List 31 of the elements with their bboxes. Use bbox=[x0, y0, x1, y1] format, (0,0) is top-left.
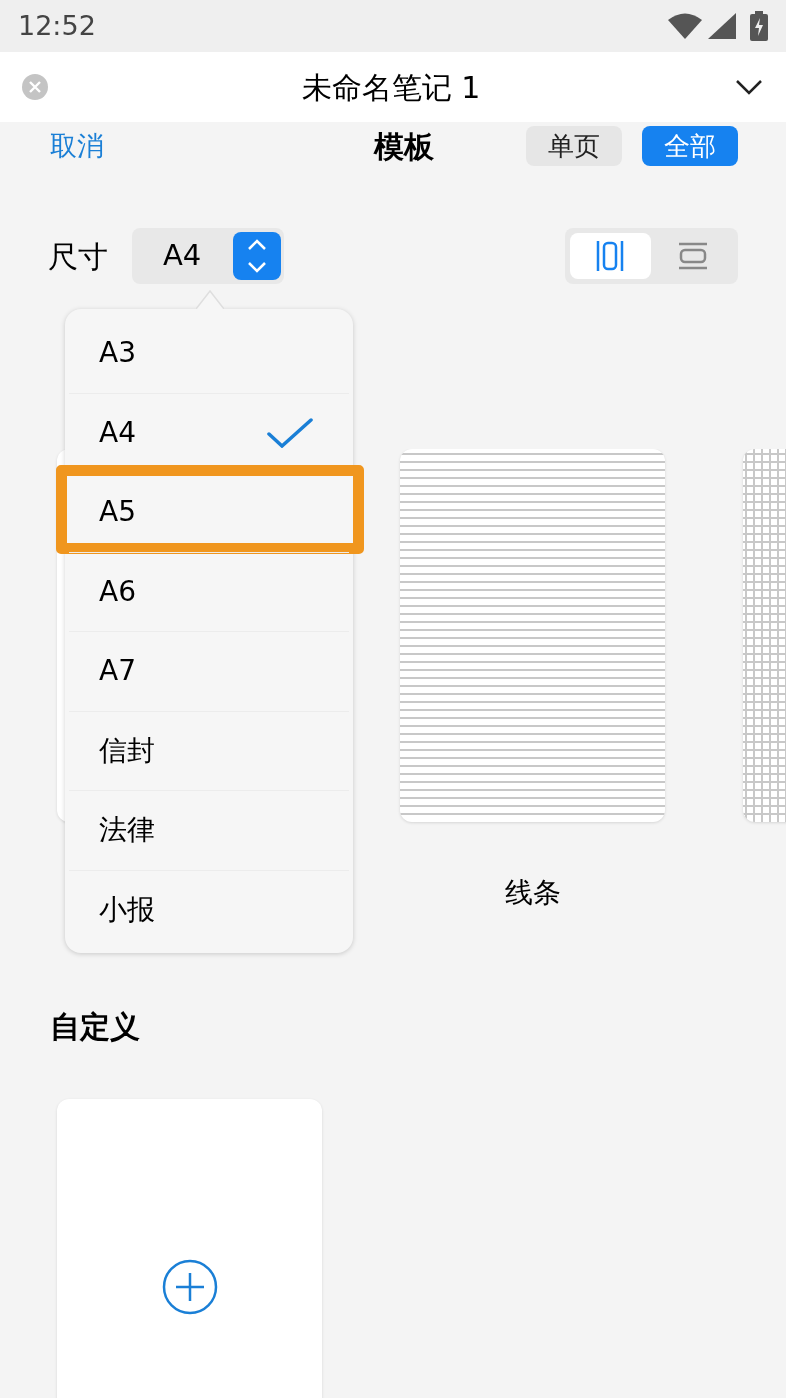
size-menu-item[interactable]: 信封 bbox=[69, 710, 349, 790]
page-title: 模板 bbox=[374, 127, 434, 166]
battery-icon bbox=[750, 11, 768, 41]
size-select[interactable]: A4 bbox=[132, 228, 284, 284]
wifi-icon bbox=[668, 13, 702, 39]
status-time: 12:52 bbox=[18, 8, 96, 43]
chevron-down-icon bbox=[735, 79, 763, 95]
signal-icon bbox=[708, 13, 736, 39]
size-label: 尺寸 bbox=[48, 237, 108, 276]
scope-tab[interactable]: 全部 bbox=[642, 126, 738, 166]
template-card[interactable] bbox=[400, 449, 665, 822]
add-template-card[interactable] bbox=[57, 1099, 322, 1398]
scope-tab[interactable]: 单页 bbox=[526, 126, 622, 166]
size-menu-item[interactable]: A6 bbox=[69, 551, 349, 631]
plus-circle-icon bbox=[161, 1259, 218, 1315]
close-button[interactable] bbox=[22, 74, 48, 100]
landscape-icon bbox=[677, 242, 708, 270]
section-heading: 自定义 bbox=[50, 1009, 140, 1044]
size-menu-item[interactable]: A5 bbox=[69, 472, 349, 552]
portrait-button[interactable] bbox=[570, 233, 651, 279]
size-menu-item[interactable]: A4 bbox=[69, 392, 349, 472]
size-menu-item[interactable]: A3 bbox=[69, 313, 349, 393]
portrait-icon bbox=[596, 240, 625, 272]
stepper-icon bbox=[233, 232, 281, 280]
size-menu-item[interactable]: 小报 bbox=[69, 869, 349, 949]
cancel-link[interactable]: 取消 bbox=[50, 125, 104, 167]
size-menu-item[interactable]: A7 bbox=[69, 631, 349, 711]
size-menu-item[interactable]: 法律 bbox=[69, 790, 349, 870]
close-icon bbox=[29, 81, 41, 93]
note-title: 未命名笔记 1 bbox=[301, 68, 481, 107]
template-label: 线条 bbox=[504, 875, 561, 911]
